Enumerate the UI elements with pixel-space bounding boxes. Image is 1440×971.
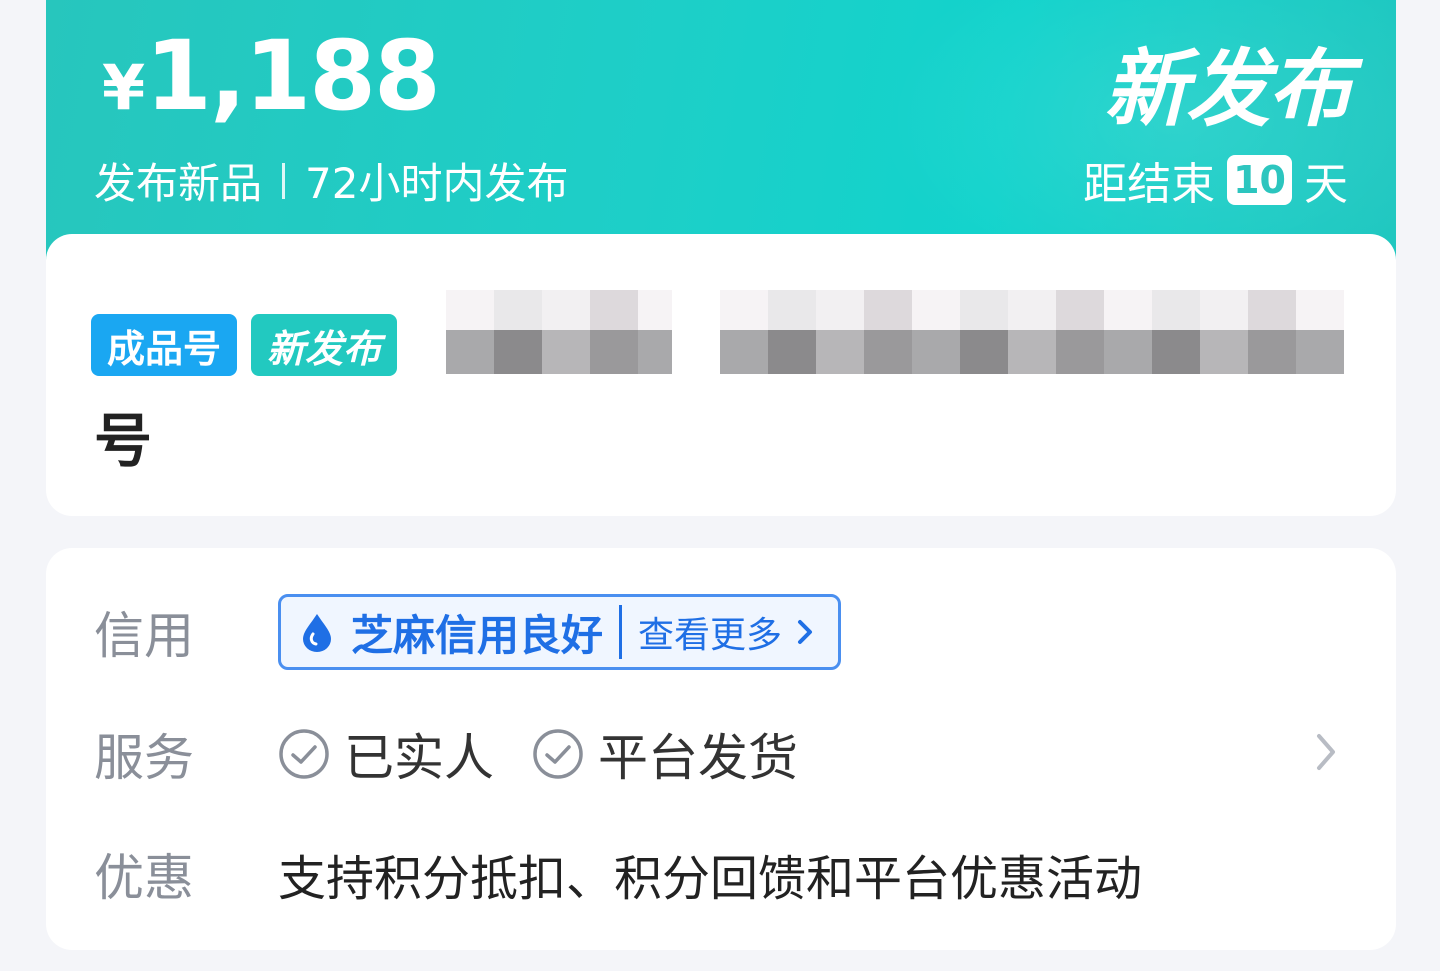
product-title-tail: 号 [94,407,153,475]
countdown: 距结束 10 天 [1083,148,1348,212]
divider [282,162,286,199]
price: ¥ 1,188 [102,20,441,132]
service-item: 已实人 [278,718,494,790]
redacted-title-part [446,290,672,374]
tag-new-release: 新发布 [251,314,398,376]
check-circle-icon [279,729,329,779]
service-label: 服务 [94,729,194,787]
release-info: 发布新品 72小时内发布 [94,150,568,211]
release-window: 72小时内发布 [305,159,569,208]
promo-row: 优惠 支持积分抵扣、积分回馈和平台优惠活动 [94,836,1142,912]
countdown-suffix: 天 [1304,159,1348,210]
release-type: 发布新品 [94,159,263,208]
countdown-prefix: 距结束 [1083,159,1216,210]
credit-pill[interactable]: 芝麻信用良好 查看更多 [278,594,842,670]
service-verified: 已实人 [344,729,494,787]
credit-status: 芝麻信用良好 [351,610,604,660]
product-title-card: 成品号 新发布 号 [46,234,1396,516]
tag-finished-account: 成品号 [91,314,238,376]
currency-symbol: ¥ [102,51,145,124]
price-amount: 1,188 [145,20,441,132]
promo-label: 优惠 [94,849,194,907]
product-tags: 成品号 新发布 [91,314,398,376]
chevron-right-icon[interactable] [1310,730,1340,774]
check-circle-icon [533,729,583,779]
countdown-days: 10 [1227,155,1292,205]
service-item: 平台发货 [532,718,798,790]
credit-label: 信用 [94,607,194,665]
credit-divider [619,605,623,659]
credit-more-link[interactable]: 查看更多 [638,606,782,658]
service-platform-delivery: 平台发货 [598,729,798,787]
new-release-badge: 新发布 [1103,40,1352,138]
promo-text: 支持积分抵扣、积分回馈和平台优惠活动 [278,851,1143,907]
chevron-right-icon [798,620,813,644]
credit-row: 信用 芝麻信用良好 查看更多 [94,594,842,670]
sesame-credit-icon [303,614,331,652]
product-info-card: 信用 芝麻信用良好 查看更多 服务 已实人 平台发货 优惠 支持积分抵扣、积分回… [46,548,1396,950]
redacted-title-part [720,290,1344,374]
service-row[interactable]: 服务 已实人 平台发货 [94,716,1354,792]
